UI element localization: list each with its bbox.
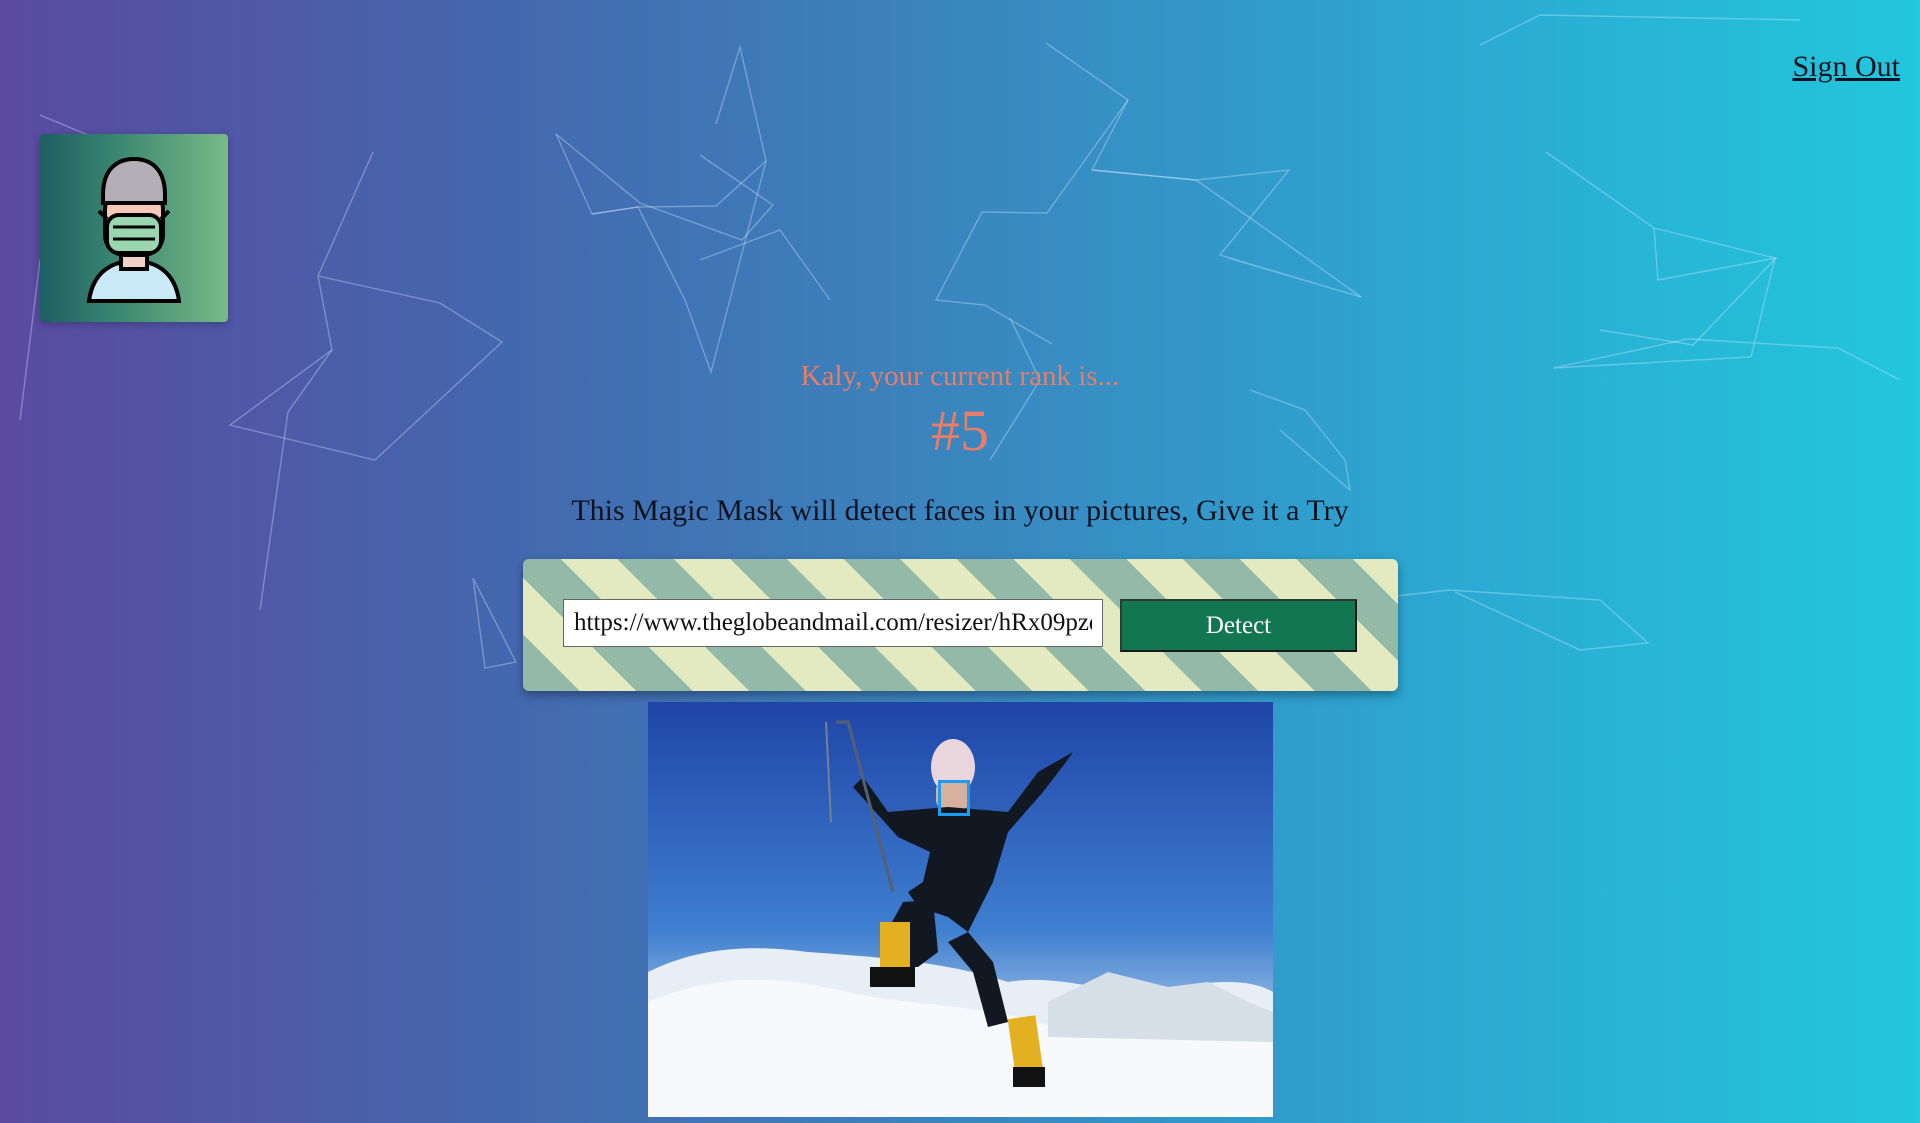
app-logo (40, 134, 228, 322)
rank-intro: Kaly, your current rank is... (800, 360, 1120, 392)
result-image (648, 702, 1273, 1117)
image-url-input[interactable] (563, 599, 1103, 647)
sign-out-link[interactable]: Sign Out (1792, 50, 1900, 84)
climber-photo (648, 702, 1273, 1117)
doctor-with-mask-icon (86, 156, 182, 303)
detect-form-panel: Detect (523, 559, 1398, 691)
tagline: This Magic Mask will detect faces in you… (571, 494, 1349, 527)
rank-value: #5 (931, 398, 989, 463)
detect-button[interactable]: Detect (1120, 599, 1357, 652)
face-detection-box (938, 780, 970, 816)
